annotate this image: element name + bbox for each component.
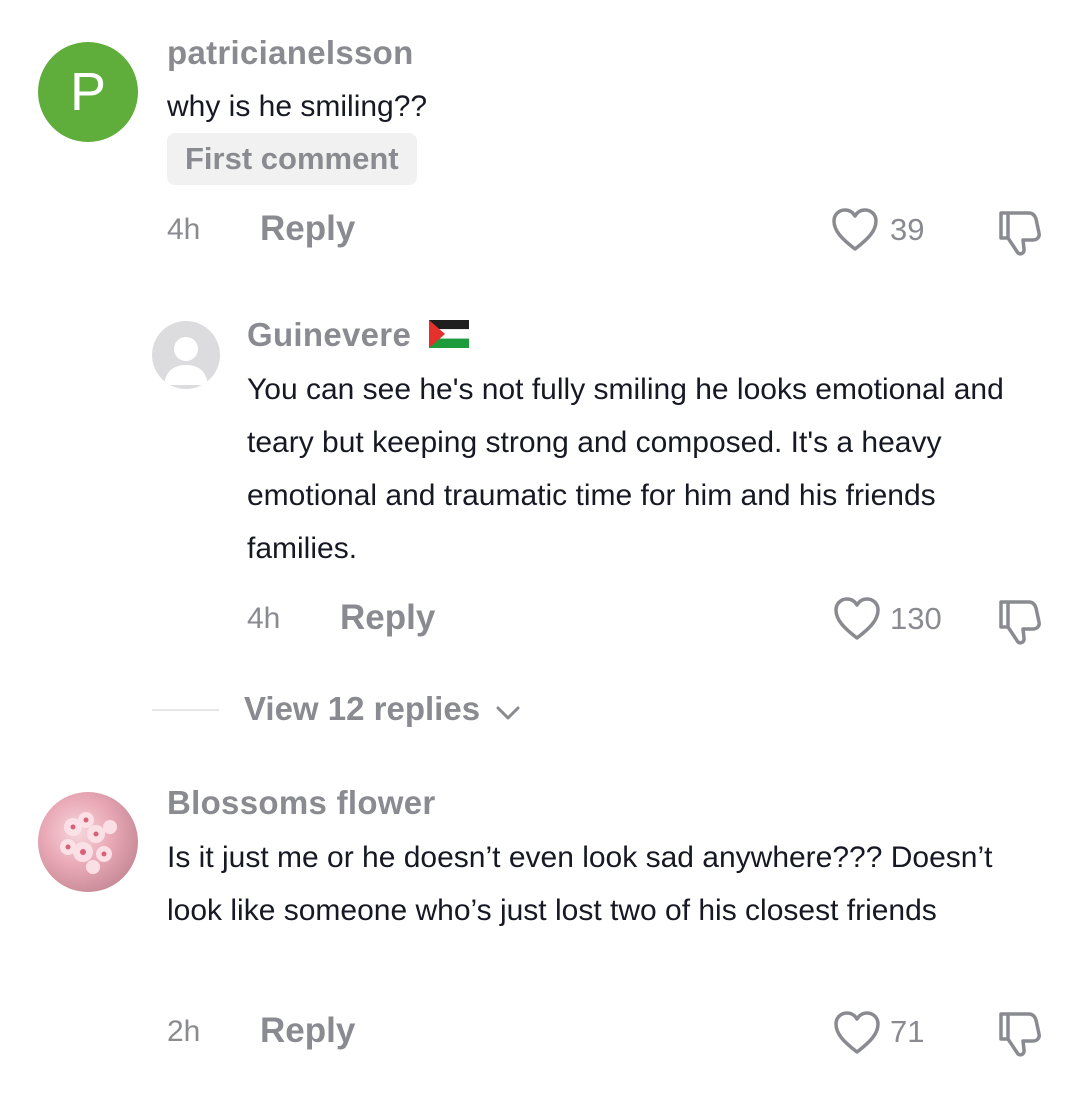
comment-text: why is he smiling?? xyxy=(167,90,428,123)
like-count: 39 xyxy=(890,212,925,247)
reply-button[interactable]: Reply xyxy=(340,598,435,638)
thumbs-down-outline-icon[interactable] xyxy=(993,596,1045,648)
default-avatar-icon xyxy=(164,337,208,385)
reply-button[interactable]: Reply xyxy=(260,209,355,249)
comment-username[interactable]: Blossoms flower xyxy=(167,784,436,822)
view-replies-button[interactable]: View 12 replies xyxy=(244,690,521,730)
comment-time: 4h xyxy=(167,213,201,246)
divider xyxy=(152,709,219,711)
thumbs-down-outline-icon[interactable] xyxy=(993,1008,1045,1060)
like-count: 71 xyxy=(890,1014,925,1049)
avatar[interactable] xyxy=(152,321,220,389)
comment-username[interactable]: patricianelsson xyxy=(167,34,414,72)
comment-time: 2h xyxy=(167,1015,201,1048)
comment-username[interactable]: Guinevere xyxy=(247,316,469,356)
comment-text: You can see he's not fully smiling he lo… xyxy=(247,373,1004,565)
heart-outline-icon[interactable] xyxy=(830,207,880,253)
avatar[interactable]: P xyxy=(38,42,138,142)
reply-button[interactable]: Reply xyxy=(260,1011,355,1051)
chevron-down-icon xyxy=(495,692,521,730)
heart-outline-icon[interactable] xyxy=(832,596,882,642)
username-text: Guinevere xyxy=(247,316,412,353)
comment-time: 4h xyxy=(247,602,281,635)
heart-outline-icon[interactable] xyxy=(832,1010,882,1056)
avatar[interactable] xyxy=(38,792,138,892)
comment-text: Is it just me or he doesn’t even look sa… xyxy=(167,841,993,927)
palestine-flag-icon xyxy=(428,318,469,356)
flower-image xyxy=(60,812,117,874)
first-comment-badge: First comment xyxy=(167,133,417,185)
view-replies-label: View 12 replies xyxy=(244,690,481,727)
thumbs-down-outline-icon[interactable] xyxy=(993,207,1045,259)
avatar-letter: P xyxy=(69,62,107,122)
like-count: 130 xyxy=(890,601,942,636)
